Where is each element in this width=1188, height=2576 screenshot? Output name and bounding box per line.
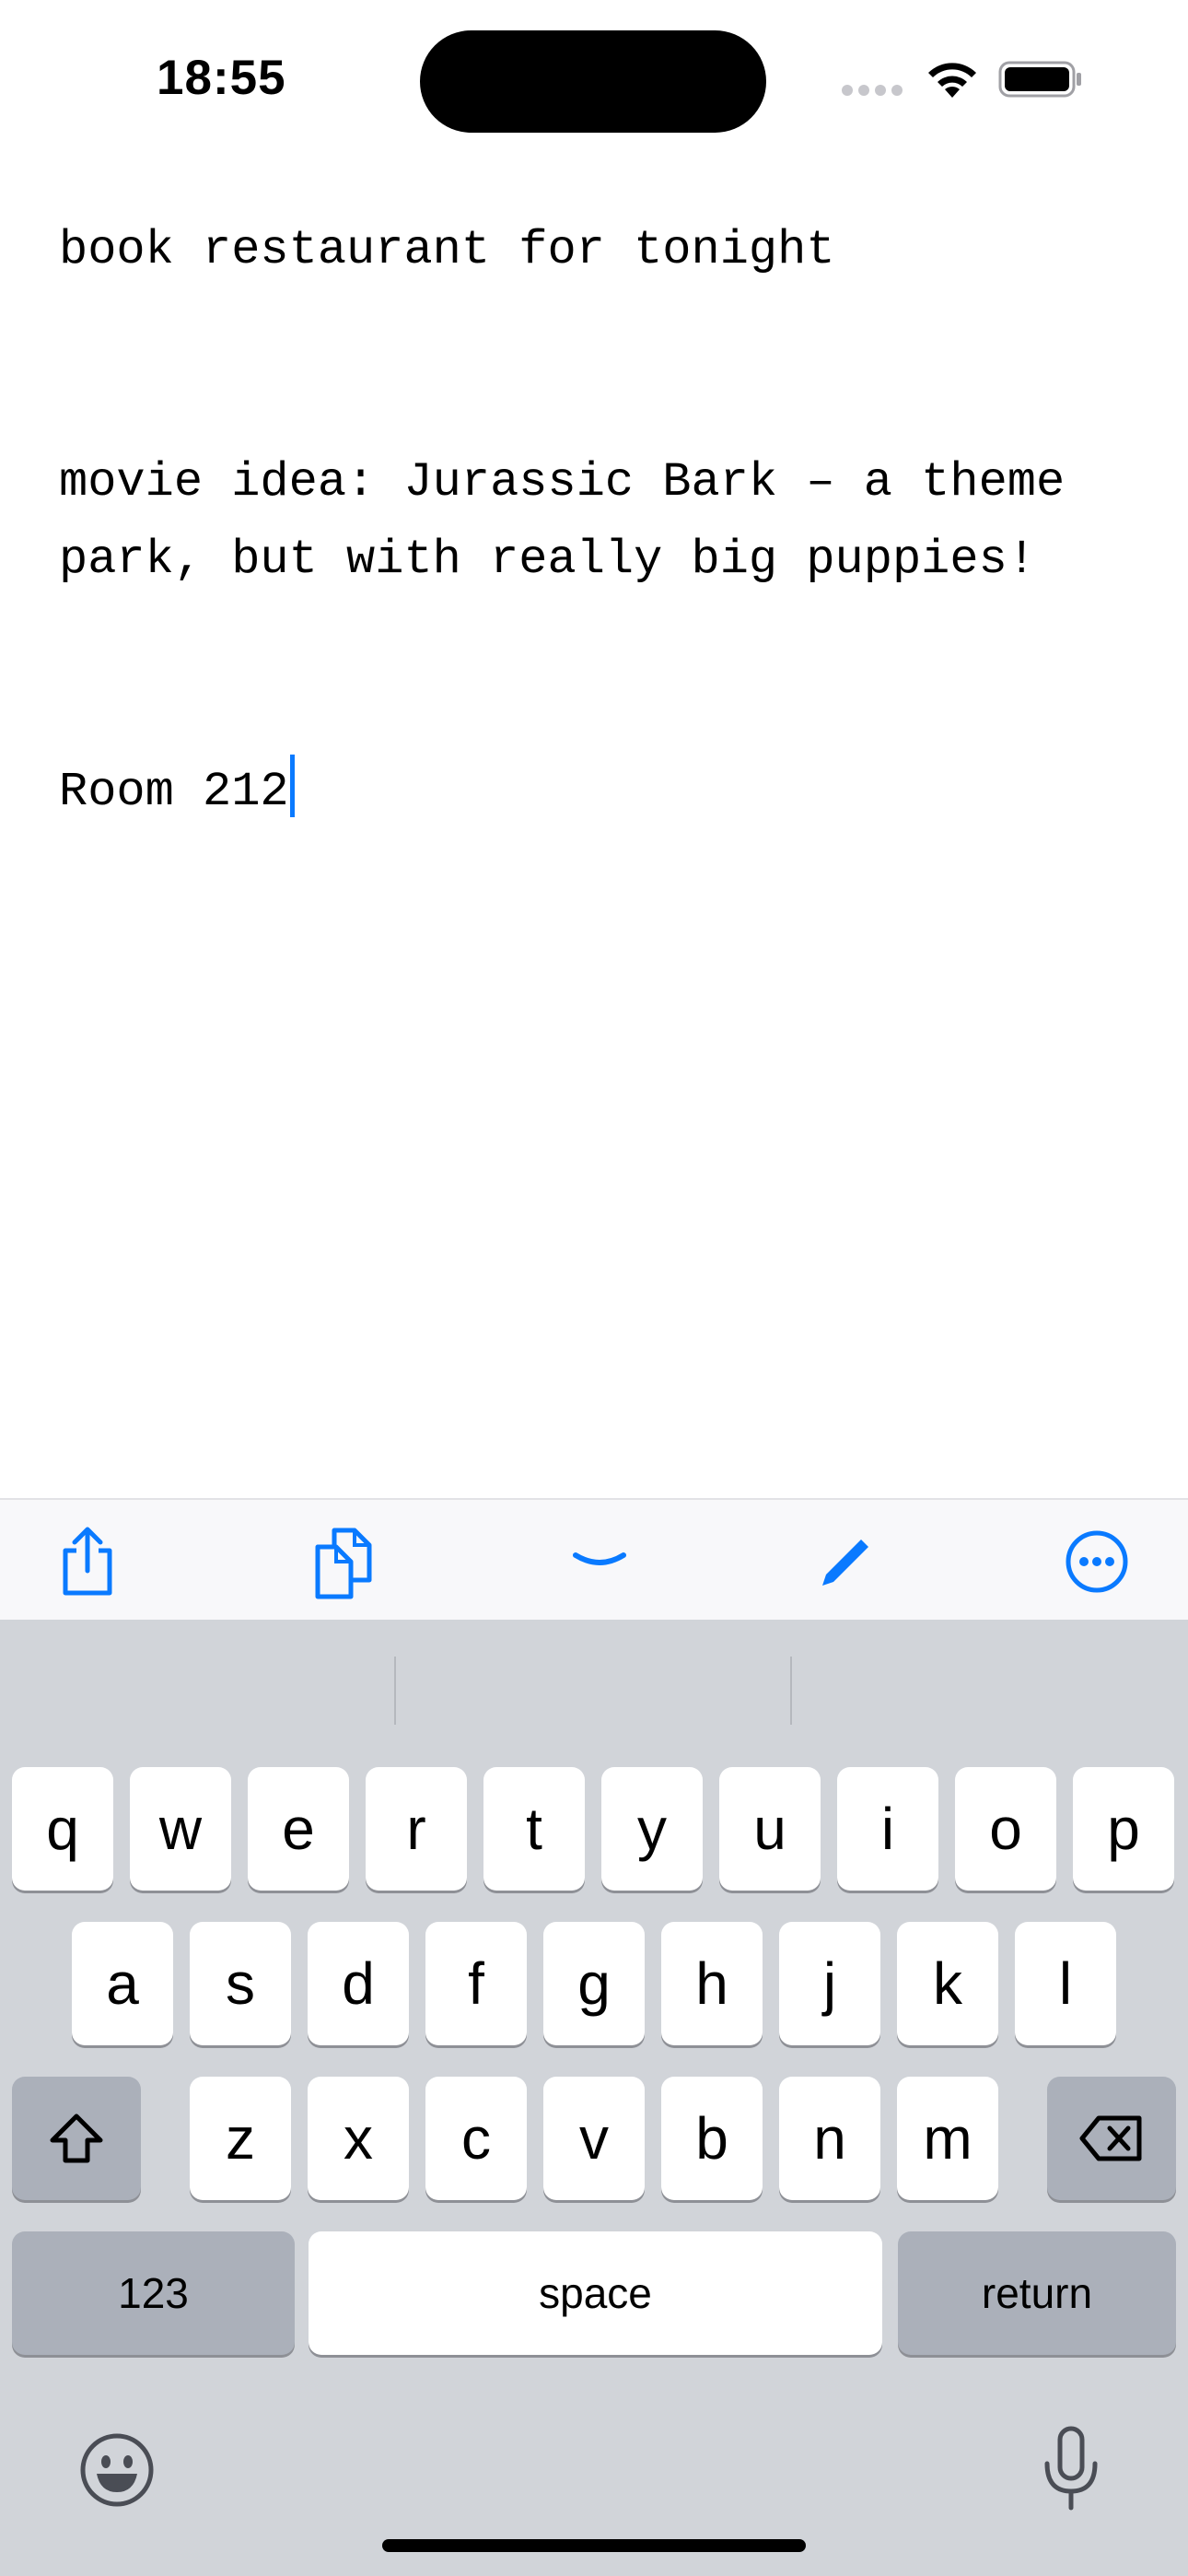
shift-icon — [50, 2113, 103, 2163]
key-l[interactable]: l — [1015, 1922, 1116, 2045]
copy-icon — [315, 1528, 372, 1599]
key-g[interactable]: g — [543, 1922, 645, 2045]
key-r[interactable]: r — [366, 1767, 467, 1891]
suggestion-divider — [790, 1657, 792, 1725]
key-t[interactable]: t — [483, 1767, 585, 1891]
key-v[interactable]: v — [543, 2077, 645, 2200]
key-b[interactable]: b — [661, 2077, 763, 2200]
key-i[interactable]: i — [837, 1767, 938, 1891]
key-o[interactable]: o — [955, 1767, 1056, 1891]
key-f[interactable]: f — [425, 1922, 527, 2045]
key-d[interactable]: d — [308, 1922, 409, 2045]
note-line: movie idea: Jurassic Bark – a theme — [59, 455, 1066, 509]
space-key[interactable]: space — [309, 2231, 882, 2355]
key-c[interactable]: c — [425, 2077, 527, 2200]
status-time: 18:55 — [157, 51, 286, 105]
microphone-icon — [1044, 2426, 1098, 2511]
key-m[interactable]: m — [897, 2077, 998, 2200]
notes-screen: 18:55 book restaurant for tonight movie … — [0, 0, 1188, 2576]
note-line-text: Room 212 — [59, 765, 289, 819]
note-line — [59, 676, 1146, 754]
share-button[interactable] — [46, 1520, 129, 1603]
emoji-button[interactable] — [76, 2429, 158, 2512]
key-x[interactable]: x — [308, 2077, 409, 2200]
key-j[interactable]: j — [779, 1922, 880, 2045]
note-line: book restaurant for tonight — [59, 223, 835, 277]
status-bar: 18:55 — [0, 0, 1188, 157]
suggestion-divider — [394, 1657, 396, 1725]
key-h[interactable]: h — [661, 1922, 763, 2045]
backspace-icon — [1079, 2115, 1142, 2161]
key-p[interactable]: p — [1073, 1767, 1174, 1891]
delete-key[interactable] — [1047, 2077, 1176, 2200]
key-a[interactable]: a — [72, 1922, 173, 2045]
key-e[interactable]: e — [248, 1767, 349, 1891]
note-line — [59, 367, 1146, 444]
share-icon — [63, 1527, 112, 1596]
more-icon — [1066, 1530, 1128, 1593]
return-key[interactable]: return — [898, 2231, 1176, 2355]
keyboard: q w e r t y u i o p a s d f g h j k l z … — [0, 1620, 1188, 2576]
wifi-icon — [928, 63, 976, 98]
markup-button[interactable] — [805, 1520, 888, 1603]
dynamic-island — [420, 30, 766, 133]
key-k[interactable]: k — [897, 1922, 998, 2045]
dismiss-keyboard-button[interactable] — [558, 1520, 641, 1603]
key-s[interactable]: s — [190, 1922, 291, 2045]
note-text-area[interactable]: book restaurant for tonight movie idea: … — [59, 212, 1146, 831]
note-line: park, but with really big puppies! — [59, 533, 1036, 587]
text-cursor — [289, 755, 295, 817]
home-indicator[interactable] — [382, 2539, 806, 2552]
key-w[interactable]: w — [130, 1767, 231, 1891]
copy-button[interactable] — [302, 1520, 385, 1603]
key-u[interactable]: u — [719, 1767, 821, 1891]
note-line-current: Room 212 — [59, 754, 1146, 831]
dictation-button[interactable] — [1030, 2423, 1112, 2515]
key-y[interactable]: y — [601, 1767, 703, 1891]
editing-toolbar — [0, 1498, 1188, 1620]
shift-key[interactable] — [12, 2077, 141, 2200]
key-z[interactable]: z — [190, 2077, 291, 2200]
chevron-down-icon — [573, 1552, 626, 1565]
note-line — [59, 289, 1146, 367]
note-line — [59, 599, 1146, 676]
pencil-icon — [822, 1540, 868, 1586]
numbers-key[interactable]: 123 — [12, 2231, 295, 2355]
battery-icon — [998, 61, 1081, 98]
key-n[interactable]: n — [779, 2077, 880, 2200]
key-q[interactable]: q — [12, 1767, 113, 1891]
emoji-icon — [80, 2433, 154, 2507]
cellular-signal-icon — [842, 85, 904, 98]
more-button[interactable] — [1055, 1520, 1138, 1603]
